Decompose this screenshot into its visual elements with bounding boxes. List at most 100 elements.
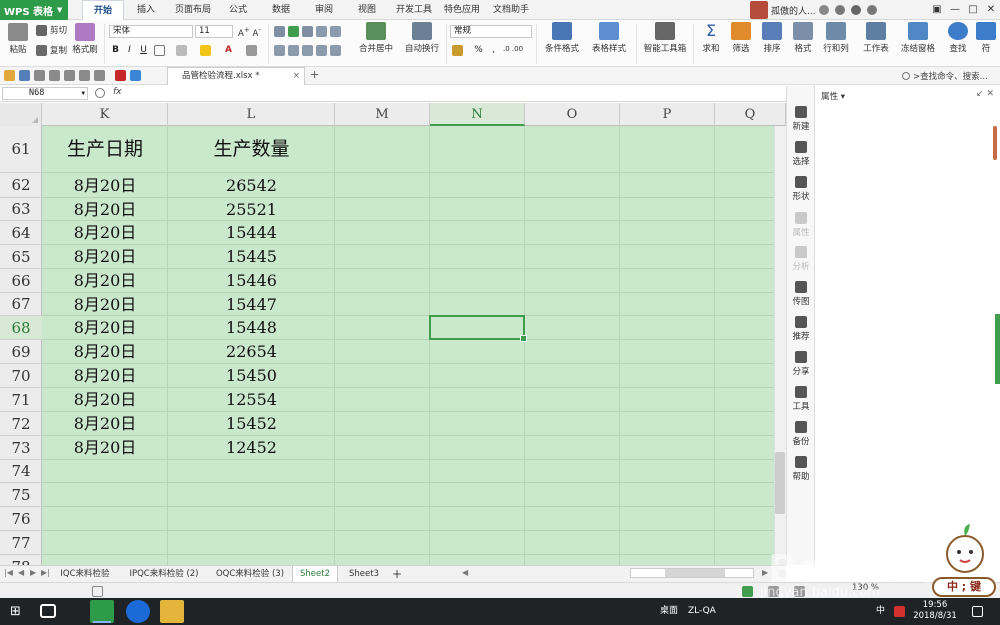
paste-button[interactable]: 粘贴: [5, 23, 31, 55]
cut-button[interactable]: 剪切: [36, 24, 67, 36]
formula-input[interactable]: [145, 87, 775, 100]
scroll-left-icon[interactable]: ◀: [462, 568, 468, 577]
header-cell-production-quantity[interactable]: 生产数量: [168, 126, 335, 173]
column-header-q[interactable]: Q: [715, 103, 786, 126]
undo-icon[interactable]: [79, 70, 90, 81]
property-panel-controls[interactable]: ↙ ✕: [976, 89, 994, 99]
network-label[interactable]: ZL-QA: [688, 598, 716, 625]
quantity-cell[interactable]: 26542: [168, 173, 335, 198]
underline-button[interactable]: U: [137, 44, 150, 57]
sidebar-item-6[interactable]: 推荐: [787, 316, 815, 342]
sheet-tab-2[interactable]: OQC来料检验 (3): [210, 566, 290, 583]
merge-center-button[interactable]: 合并居中: [355, 22, 397, 54]
settings-icon[interactable]: [850, 5, 861, 15]
row-header-74[interactable]: 74: [0, 460, 42, 483]
justify-icon[interactable]: [316, 45, 327, 56]
normal-view-icon[interactable]: [742, 586, 753, 597]
row-header-61[interactable]: 61: [0, 126, 42, 173]
name-box[interactable]: N68 ▼: [2, 87, 88, 100]
outdent-icon[interactable]: [330, 26, 341, 37]
tab-page-layout[interactable]: 页面布局: [175, 0, 211, 20]
tab-view[interactable]: 视图: [358, 0, 376, 20]
worksheet-button[interactable]: 工作表: [861, 22, 891, 54]
doc-cloud-icon[interactable]: [130, 70, 141, 81]
fill-color-icon[interactable]: [200, 45, 211, 56]
row-header-78[interactable]: 78: [0, 555, 42, 565]
row-header-71[interactable]: 71: [0, 388, 42, 412]
close-icon[interactable]: ×: [293, 68, 300, 84]
quantity-cell[interactable]: 12554: [168, 388, 335, 412]
currency-icon[interactable]: [452, 45, 463, 56]
quantity-cell[interactable]: 15452: [168, 412, 335, 436]
tab-formulas[interactable]: 公式: [229, 0, 247, 20]
quantity-cell[interactable]: 15450: [168, 364, 335, 388]
macro-icon[interactable]: [92, 586, 103, 597]
system-clock[interactable]: 19:56 2018/8/31: [912, 600, 958, 622]
column-header-l[interactable]: L: [168, 103, 335, 126]
tab-developer[interactable]: 开发工具: [396, 0, 432, 20]
print-icon[interactable]: [34, 70, 45, 81]
panel-collapse-handle[interactable]: [995, 314, 1000, 384]
add-sheet-button[interactable]: +: [392, 566, 402, 582]
font-size-select[interactable]: 11: [195, 25, 233, 38]
row-header-66[interactable]: 66: [0, 269, 42, 293]
tab-insert[interactable]: 插入: [137, 0, 155, 20]
align-top-icon[interactable]: [274, 26, 285, 37]
last-sheet-icon[interactable]: ▶|: [41, 568, 50, 577]
bold-button[interactable]: B: [109, 44, 122, 57]
row-header-63[interactable]: 63: [0, 198, 42, 221]
format-painter-button[interactable]: 格式刷: [71, 23, 99, 55]
quantity-cell[interactable]: 12452: [168, 436, 335, 460]
date-cell[interactable]: 8月20日: [42, 173, 168, 198]
date-cell[interactable]: 8月20日: [42, 412, 168, 436]
zoom-icon[interactable]: [95, 88, 105, 98]
copy-button[interactable]: 复制: [36, 44, 67, 56]
align-center-icon[interactable]: [288, 45, 299, 56]
sheet-tab-1[interactable]: IPQC来料检验 (2): [120, 566, 208, 583]
row-header-75[interactable]: 75: [0, 483, 42, 507]
date-cell[interactable]: 8月20日: [42, 388, 168, 412]
row-header-73[interactable]: 73: [0, 436, 42, 460]
row-header-76[interactable]: 76: [0, 507, 42, 531]
wps-logo-menu[interactable]: WPS 表格 ▼: [0, 0, 68, 20]
vertical-scroll-thumb[interactable]: [775, 452, 785, 514]
sidebar-item-8[interactable]: 工具: [787, 386, 815, 412]
clear-format-icon[interactable]: [176, 45, 187, 56]
ime-indicator[interactable]: 中: [876, 598, 885, 625]
date-cell[interactable]: 8月20日: [42, 364, 168, 388]
horizontal-scroll-thumb[interactable]: [665, 569, 725, 577]
sheet-tab-0[interactable]: IQC来料检验: [52, 566, 118, 583]
column-header-o[interactable]: O: [525, 103, 620, 126]
quantity-cell[interactable]: 25521: [168, 198, 335, 221]
text-effect-icon[interactable]: [246, 45, 257, 56]
skin-icon[interactable]: [834, 5, 845, 15]
sheet-tab-3[interactable]: Sheet2: [292, 566, 338, 583]
row-header-65[interactable]: 65: [0, 245, 42, 269]
percent-button[interactable]: %: [472, 44, 485, 57]
align-right-icon[interactable]: [302, 45, 313, 56]
row-header-67[interactable]: 67: [0, 293, 42, 316]
spreadsheet-grid[interactable]: KLMNOPQ 61 62 63 64 65 66 67 68 69 70 71 72 73 74 75 76…: [0, 103, 786, 565]
row-header-69[interactable]: 69: [0, 340, 42, 364]
header-cell-production-date[interactable]: 生产日期: [42, 126, 168, 173]
comma-button[interactable]: ,: [487, 44, 500, 57]
open-folder-icon[interactable]: [4, 70, 15, 81]
align-middle-icon[interactable]: [288, 26, 299, 37]
format-button[interactable]: 格式: [791, 22, 815, 54]
sheet-tab-4[interactable]: Sheet3: [340, 566, 388, 583]
notification-icon[interactable]: [972, 606, 983, 617]
font-size-up-icon[interactable]: A+ A-: [238, 25, 261, 39]
table-style-button[interactable]: 表格样式: [588, 22, 630, 54]
row-header-72[interactable]: 72: [0, 412, 42, 436]
export-pdf-icon[interactable]: [49, 70, 60, 81]
font-name-select[interactable]: 宋体: [109, 25, 193, 38]
column-header-n[interactable]: N: [430, 103, 525, 126]
smile-icon[interactable]: [818, 5, 829, 15]
freeze-panes-button[interactable]: 冻结窗格: [899, 22, 937, 54]
tab-home[interactable]: 开始: [82, 0, 124, 20]
minimize-button[interactable]: —: [946, 0, 964, 20]
font-color-icon[interactable]: A: [222, 44, 235, 57]
column-header-p[interactable]: P: [620, 103, 715, 126]
border-icon[interactable]: [154, 45, 165, 56]
quantity-cell[interactable]: 15445: [168, 245, 335, 269]
